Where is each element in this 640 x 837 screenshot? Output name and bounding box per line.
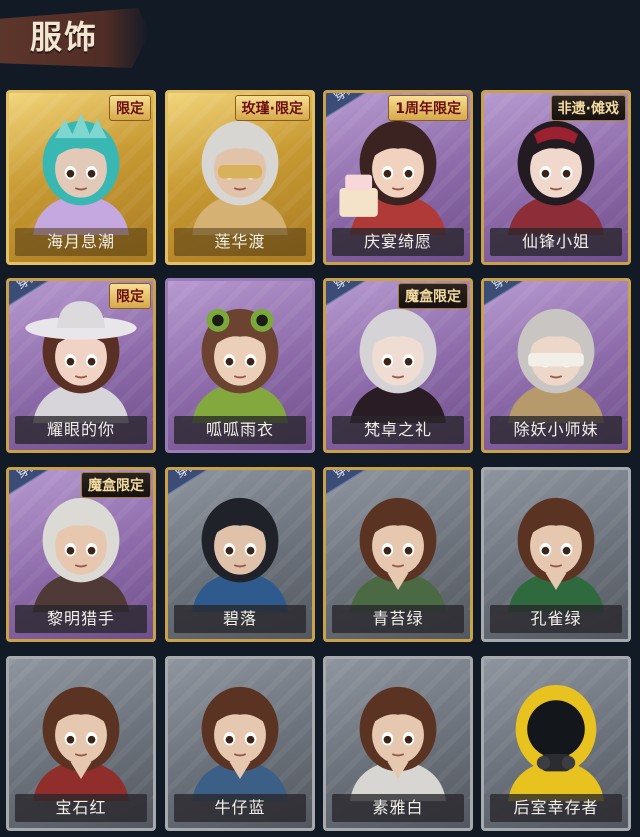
outfit-card[interactable]: 素雅白 — [323, 656, 473, 831]
limited-badge: 魔盒限定 — [81, 472, 151, 498]
limited-badge: 魔盒限定 — [398, 283, 468, 309]
outfit-card[interactable]: 牛仔蓝 — [165, 656, 315, 831]
outfit-name: 莲华渡 — [174, 228, 306, 256]
outfit-name: 海月息潮 — [15, 228, 147, 256]
outfit-card[interactable]: 后室幸存者 — [481, 656, 631, 831]
limited-badge: 1周年限定 — [388, 95, 468, 121]
limited-badge: 限定 — [109, 283, 151, 309]
boy-portrait-icon — [192, 497, 288, 613]
outfit-card[interactable]: 穿戴 限定 耀眼的你 — [6, 278, 156, 453]
hazmat-portrait-icon — [508, 684, 604, 802]
outfit-card[interactable]: 呱呱雨衣 — [165, 278, 315, 453]
frog-hat-portrait-icon — [192, 308, 288, 424]
outfit-name: 耀眼的你 — [15, 416, 147, 444]
outfit-name: 素雅白 — [332, 794, 464, 822]
outfit-card[interactable]: 穿戴 除妖小师妹 — [481, 278, 631, 453]
outfit-name: 黎明猎手 — [15, 605, 147, 633]
girl-portrait-icon — [508, 497, 604, 613]
outfit-name: 仙锋小姐 — [490, 228, 622, 256]
girl-portrait-icon — [350, 497, 446, 613]
outfit-card[interactable]: 非遗·傩戏仙锋小姐 — [481, 90, 631, 265]
outfit-name: 除妖小师妹 — [490, 416, 622, 444]
girl-portrait-icon — [350, 686, 446, 802]
outfit-name: 碧落 — [174, 605, 306, 633]
outfit-card[interactable]: 穿戴 1周年限定 庆宴绮愿 — [323, 90, 473, 265]
outfit-card[interactable]: 穿戴 碧落 — [165, 467, 315, 642]
limited-badge: 玫瑾·限定 — [234, 95, 310, 121]
outfit-card[interactable]: 限定海月息潮 — [6, 90, 156, 265]
outfit-card[interactable]: 宝石红 — [6, 656, 156, 831]
outfit-card[interactable]: 孔雀绿 — [481, 467, 631, 642]
outfit-card[interactable]: 穿戴 青苔绿 — [323, 467, 473, 642]
outfit-name: 后室幸存者 — [490, 794, 622, 822]
outfit-name: 宝石红 — [15, 794, 147, 822]
blindfold-portrait-icon — [508, 308, 604, 424]
outfit-card[interactable]: 穿戴 魔盒限定 梵卓之礼 — [323, 278, 473, 453]
outfit-card[interactable]: 穿戴 魔盒限定 黎明猎手 — [6, 467, 156, 642]
girl-portrait-icon — [33, 686, 129, 802]
girl-portrait-icon — [192, 686, 288, 802]
outfit-name: 庆宴绮愿 — [332, 228, 464, 256]
outfit-card[interactable]: 玫瑾·限定莲华渡 — [165, 90, 315, 265]
outfit-name: 呱呱雨衣 — [174, 416, 306, 444]
limited-badge: 限定 — [109, 95, 151, 121]
outfit-name: 青苔绿 — [332, 605, 464, 633]
outfit-name: 牛仔蓝 — [174, 794, 306, 822]
outfit-name: 孔雀绿 — [490, 605, 622, 633]
limited-badge: 非遗·傩戏 — [550, 95, 626, 121]
outfit-name: 梵卓之礼 — [332, 416, 464, 444]
outfit-grid: 限定 海月息潮 玫瑾·限定 莲华渡 穿戴 1周年限定 庆宴绮愿 非遗·傩戏 仙锋小姐 穿戴 限定 耀眼… — [0, 0, 640, 837]
